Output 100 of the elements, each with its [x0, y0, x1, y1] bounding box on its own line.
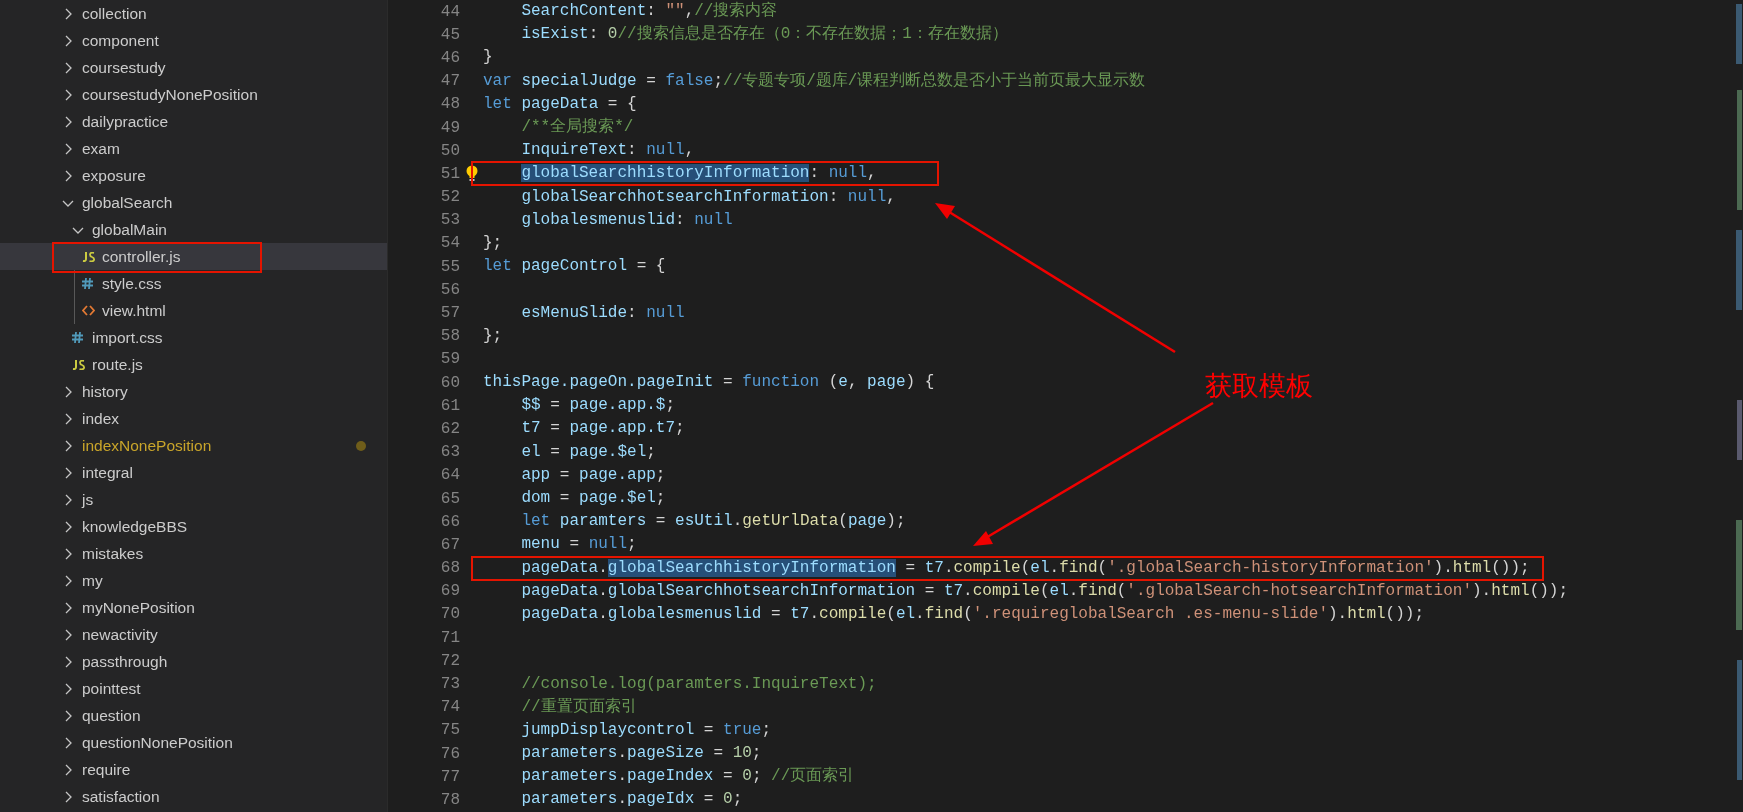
tree-item[interactable]: my — [0, 567, 387, 594]
line-number: 73 — [439, 674, 460, 696]
line-number: 78 — [439, 789, 460, 811]
tree-item[interactable]: satisfaction — [0, 783, 387, 810]
line-number: 62 — [439, 418, 460, 440]
line-number: 63 — [439, 442, 460, 464]
code-line: parameters.pageIdx = 0; — [520, 789, 743, 811]
js-file-icon — [82, 251, 95, 262]
tree-item[interactable]: myNonePosition — [0, 594, 387, 621]
code-line: globalesmenuslid: null — [520, 209, 733, 231]
code-line: isExist: 0//搜索信息是否存在（0：不存在数据；1：存在数据） — [520, 24, 1008, 46]
tree-item[interactable]: controller.js — [0, 243, 387, 270]
line-number: 45 — [439, 24, 460, 46]
tree-item[interactable]: collection — [0, 0, 387, 27]
code-line: InquireText: null, — [520, 140, 695, 162]
js-file-icon — [72, 359, 85, 370]
tree-item[interactable]: route.js — [0, 351, 387, 378]
line-number: 65 — [439, 488, 460, 510]
tree-item[interactable]: component — [0, 27, 387, 54]
code-line: menu = null; — [520, 534, 637, 556]
line-number: 61 — [439, 395, 460, 417]
code-line: $$ = page.app.$; — [520, 395, 676, 417]
tree-item[interactable]: question — [0, 702, 387, 729]
tree-item[interactable]: globalMain — [0, 216, 387, 243]
line-number: 55 — [439, 256, 460, 278]
tree-item[interactable]: exposure — [0, 162, 387, 189]
code-line: globalSearchhotsearchInformation: null, — [520, 186, 896, 208]
tree-item[interactable]: mistakes — [0, 540, 387, 567]
line-number: 56 — [439, 279, 460, 301]
line-number: 51 — [439, 163, 460, 185]
code-line: //重置页面索引 — [520, 696, 637, 718]
line-number: 60 — [439, 372, 460, 394]
code-line: dom = page.$el; — [520, 488, 666, 510]
code-line: pageData.globalesmenuslid = t7.compile(el.find('.requireglobalSearch .es-menu-slide').html()); — [520, 603, 1424, 625]
line-number: 76 — [439, 743, 460, 765]
tree-item[interactable]: globalSearch — [0, 189, 387, 216]
code-line: app = page.app; — [520, 464, 666, 486]
line-number: 49 — [439, 117, 460, 139]
tree-item[interactable]: js — [0, 486, 387, 513]
tree-item[interactable]: indexNonePosition — [0, 432, 387, 459]
line-number: 69 — [439, 581, 460, 603]
code-line: el = page.$el; — [520, 441, 656, 463]
code-line: } — [483, 47, 493, 69]
tree-item[interactable]: knowledgeBBS — [0, 513, 387, 540]
line-number: 46 — [439, 47, 460, 69]
annotation-label: 获取模板 — [1205, 369, 1313, 403]
line-number: 54 — [439, 233, 460, 255]
code-line: }; — [483, 325, 503, 347]
tree-item[interactable]: import.css — [0, 324, 387, 351]
code-line: var specialJudge = false;//专题专项/题库/课程判断总数是否小于当前页最大显示数 — [483, 70, 1146, 92]
line-number: 44 — [439, 1, 460, 23]
tree-item[interactable]: history — [0, 378, 387, 405]
tree-item[interactable]: index — [0, 405, 387, 432]
line-number: 48 — [439, 94, 460, 116]
tree-item[interactable]: questionNonePosition — [0, 729, 387, 756]
code-line: SearchContent: "",//搜索内容 — [520, 1, 778, 23]
line-number: 64 — [439, 465, 460, 487]
line-number: 77 — [439, 766, 460, 788]
line-number: 47 — [439, 71, 460, 93]
code-line: thisPage.pageOn.pageInit = function (e, page) { — [483, 372, 935, 394]
tree-item[interactable]: coursestudyNonePosition — [0, 81, 387, 108]
code-line: let pageData = { — [483, 93, 637, 115]
hash-icon — [82, 278, 93, 289]
code-line: jumpDisplaycontrol = true; — [520, 719, 772, 741]
line-number: 72 — [439, 650, 460, 672]
tree-item[interactable]: integral — [0, 459, 387, 486]
line-number: 66 — [439, 511, 460, 533]
tree-item[interactable]: require — [0, 756, 387, 783]
tree-item[interactable]: view.html — [0, 297, 387, 324]
lightbulb-icon[interactable] — [465, 164, 478, 183]
line-number: 59 — [439, 349, 460, 371]
line-number: 52 — [439, 187, 460, 209]
code-line: esMenuSlide: null — [520, 302, 685, 324]
line-number: 53 — [439, 210, 460, 232]
code-line: }; — [483, 232, 503, 254]
tree-item[interactable]: coursestudy — [0, 54, 387, 81]
tree-item[interactable]: exam — [0, 135, 387, 162]
modified-dot — [356, 440, 366, 451]
line-number: 74 — [439, 697, 460, 719]
code-line: parameters.pageIndex = 0; //页面索引 — [520, 766, 855, 788]
line-number: 75 — [439, 720, 460, 742]
code-line: //console.log(paramters.InquireText); — [520, 673, 877, 695]
code-line: let paramters = esUtil.getUrlData(page); — [520, 511, 906, 533]
line-number: 58 — [439, 326, 460, 348]
code-line: parameters.pageSize = 10; — [520, 743, 762, 765]
code-line: let pageControl = { — [483, 256, 666, 278]
line-number: 67 — [439, 534, 460, 556]
line-number: 68 — [439, 558, 460, 580]
tree-item[interactable]: newactivity — [0, 621, 387, 648]
tree-item[interactable]: pointtest — [0, 675, 387, 702]
code-line: /**全局搜索*/ — [520, 117, 634, 139]
tree-item[interactable]: dailypractice — [0, 108, 387, 135]
line-number: 50 — [439, 140, 460, 162]
angle-brackets-icon — [82, 305, 95, 316]
line-number: 70 — [439, 604, 460, 626]
tree-item[interactable]: passthrough — [0, 648, 387, 675]
tree-item[interactable]: style.css — [0, 270, 387, 297]
code-line: t7 = page.app.t7; — [520, 418, 685, 440]
hash-icon — [72, 332, 83, 343]
code-line: pageData.globalSearchhotsearchInformation = t7.compile(el.find('.globalSearch-hotsearchInformation').html()); — [520, 580, 1569, 602]
